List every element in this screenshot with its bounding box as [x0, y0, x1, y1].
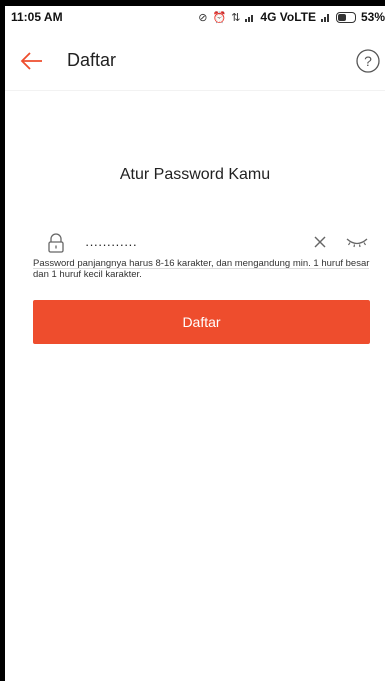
help-button[interactable]: ?: [355, 48, 381, 74]
question-circle-icon: ?: [356, 49, 380, 73]
back-button[interactable]: [19, 48, 45, 74]
status-time: 11:05 AM: [11, 10, 63, 24]
battery-icon: [335, 11, 356, 23]
clear-password-button[interactable]: [311, 233, 329, 251]
register-button[interactable]: Daftar: [33, 300, 370, 344]
network-label: 4G VoLTE: [260, 10, 316, 24]
password-input[interactable]: [83, 231, 287, 257]
help-glyph: ?: [364, 53, 372, 69]
phone-frame: 11:05 AM ⊘ ⏰ ⇅ 4G VoLTE 53% Daftar ? Atu…: [0, 0, 385, 681]
arrow-left-icon: [20, 52, 42, 70]
mute-icon: ⊘: [198, 11, 208, 24]
page-header-title: Daftar: [67, 50, 117, 70]
header-divider: [5, 90, 385, 91]
status-bar: 11:05 AM ⊘ ⏰ ⇅ 4G VoLTE 53%: [5, 6, 385, 28]
page-title: Atur Password Kamu: [119, 166, 271, 183]
battery-percent: 53%: [360, 10, 385, 24]
data-transfer-icon: ⇅: [231, 11, 241, 24]
alarm-icon: ⏰: [212, 11, 227, 24]
app-header: Daftar ?: [5, 34, 385, 90]
password-hint: Password panjangnya harus 8-16 karakter,…: [33, 258, 370, 280]
signal-icon-secondary: [320, 12, 331, 22]
status-icons: ⊘ ⏰ ⇅ 4G VoLTE 53%: [198, 10, 385, 24]
app-screen: 11:05 AM ⊘ ⏰ ⇅ 4G VoLTE 53% Daftar ? Atu…: [5, 6, 385, 681]
signal-icon: [245, 12, 255, 22]
lock-icon: [45, 232, 67, 254]
eye-closed-icon: [346, 238, 368, 248]
close-icon: [314, 236, 326, 248]
toggle-visibility-button[interactable]: [345, 234, 369, 250]
battery-level: [337, 13, 347, 21]
